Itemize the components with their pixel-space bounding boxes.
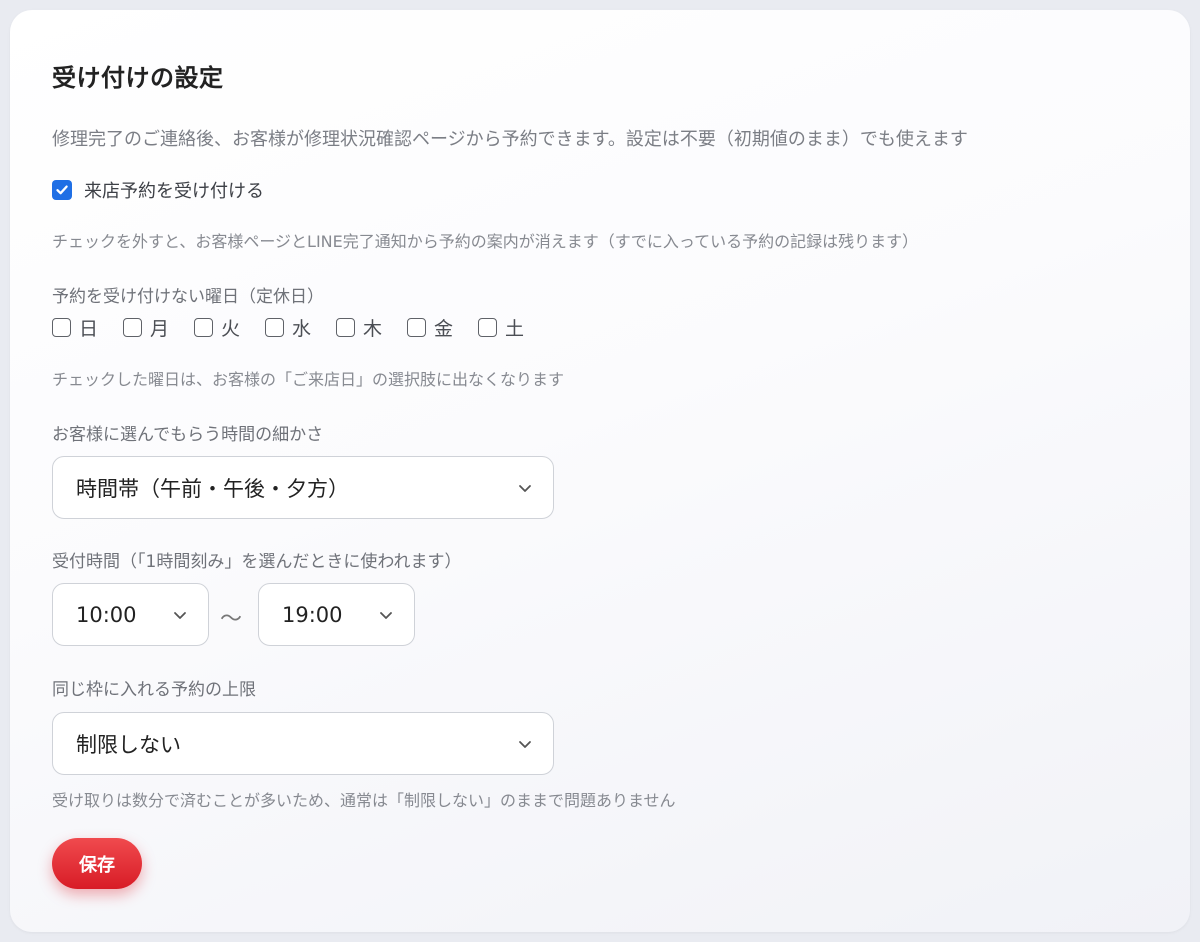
end-time-select[interactable]: 19:00 (258, 583, 415, 646)
day-label: 日 (79, 318, 99, 340)
day-label: 火 (221, 318, 241, 340)
granularity-select[interactable]: 時間帯（午前・午後・夕方） (52, 456, 554, 519)
day-checkbox-tue[interactable]: 火 (194, 314, 265, 341)
section-title: 受け付けの設定 (52, 64, 224, 92)
day-label: 土 (505, 318, 525, 340)
checkbox-icon[interactable] (407, 318, 426, 337)
day-label: 水 (292, 318, 312, 340)
time-range-separator: 〜 (220, 607, 243, 632)
slot-limit-hint: 受け取りは数分で済むことが多いため、通常は「制限しない」のままで問題ありません (52, 791, 676, 810)
slot-limit-select[interactable]: 制限しない (52, 712, 554, 775)
day-checkbox-thu[interactable]: 木 (336, 314, 407, 341)
chevron-down-icon (519, 740, 531, 748)
day-label: 月 (150, 318, 170, 340)
save-button[interactable]: 保存 (52, 838, 142, 889)
granularity-label: お客様に選んでもらう時間の細かさ (52, 425, 324, 445)
day-label: 木 (363, 318, 383, 340)
section-description: 修理完了のご連絡後、お客様が修理状況確認ページから予約できます。設定は不要（初期… (52, 129, 968, 150)
chevron-down-icon (174, 611, 186, 619)
accept-reservations-hint: チェックを外すと、お客様ページとLINE完了通知から予約の案内が消えます（すでに… (52, 232, 919, 251)
start-time-value: 10:00 (76, 602, 137, 627)
checkbox-icon[interactable] (194, 318, 213, 337)
slot-limit-value: 制限しない (76, 732, 181, 757)
settings-card: 受け付けの設定 修理完了のご連絡後、お客様が修理状況確認ページから予約できます。… (10, 10, 1190, 932)
day-checkbox-mon[interactable]: 月 (123, 314, 194, 341)
chevron-down-icon (380, 611, 392, 619)
day-checkbox-fri[interactable]: 金 (407, 314, 478, 341)
day-label: 金 (434, 318, 454, 340)
closed-days-group: 日 月 火 水 木 金 土 (52, 314, 549, 341)
granularity-value: 時間帯（午前・午後・夕方） (76, 476, 349, 501)
accept-reservations-label: 来店予約を受け付ける (84, 181, 264, 202)
day-checkbox-sun[interactable]: 日 (52, 314, 123, 341)
accept-reservations-checkbox[interactable]: 来店予約を受け付ける (52, 177, 264, 203)
start-time-select[interactable]: 10:00 (52, 583, 209, 646)
chevron-down-icon (519, 484, 531, 492)
check-icon[interactable] (52, 180, 72, 200)
end-time-value: 19:00 (282, 602, 343, 627)
hours-label: 受付時間（「1時間刻み」を選んだときに使われます） (52, 552, 462, 572)
checkbox-icon[interactable] (123, 318, 142, 337)
closed-days-label: 予約を受け付けない曜日（定休日） (52, 287, 324, 307)
checkbox-icon[interactable] (478, 318, 497, 337)
checkbox-icon[interactable] (336, 318, 355, 337)
checkbox-icon[interactable] (265, 318, 284, 337)
day-checkbox-sat[interactable]: 土 (478, 314, 549, 341)
checkbox-icon[interactable] (52, 318, 71, 337)
day-checkbox-wed[interactable]: 水 (265, 314, 336, 341)
slot-limit-label: 同じ枠に入れる予約の上限 (52, 680, 256, 700)
closed-days-hint: チェックした曜日は、お客様の「ご来店日」の選択肢に出なくなります (52, 370, 565, 389)
